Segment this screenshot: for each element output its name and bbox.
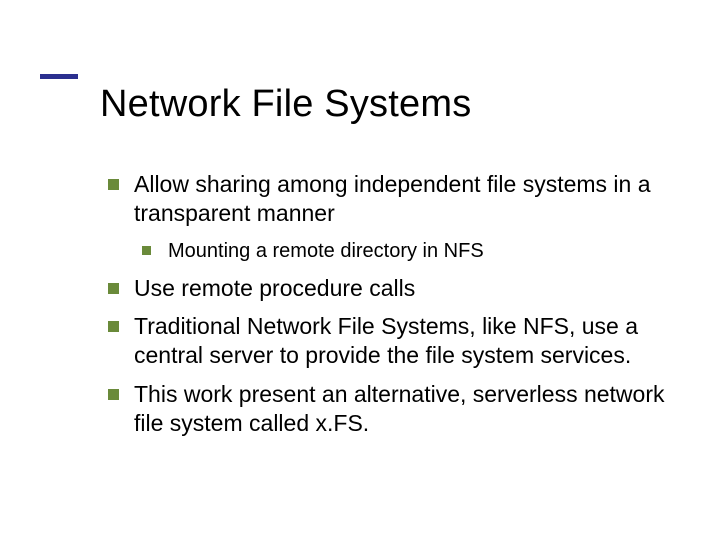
list-item-text: Use remote procedure calls <box>134 275 415 301</box>
square-bullet-icon <box>142 246 151 255</box>
square-bullet-icon <box>108 389 119 400</box>
square-bullet-icon <box>108 283 119 294</box>
list-item: Traditional Network File Systems, like N… <box>100 312 670 370</box>
square-bullet-icon <box>108 179 119 190</box>
list-item: Allow sharing among independent file sys… <box>100 170 670 228</box>
list-item: This work present an alternative, server… <box>100 380 670 438</box>
list-item-text: Mounting a remote directory in NFS <box>168 240 484 262</box>
list-item: Use remote procedure calls <box>100 274 670 303</box>
list-item-text: Traditional Network File Systems, like N… <box>134 313 638 368</box>
title-rule <box>40 74 78 79</box>
list-item-text: Allow sharing among independent file sys… <box>134 171 651 226</box>
slide-body: Allow sharing among independent file sys… <box>100 170 670 447</box>
slide-title: Network File Systems <box>100 84 471 126</box>
list-item: Mounting a remote directory in NFS <box>100 238 670 264</box>
square-bullet-icon <box>108 321 119 332</box>
list-item-text: This work present an alternative, server… <box>134 381 665 436</box>
slide: Network File Systems Allow sharing among… <box>0 0 720 540</box>
